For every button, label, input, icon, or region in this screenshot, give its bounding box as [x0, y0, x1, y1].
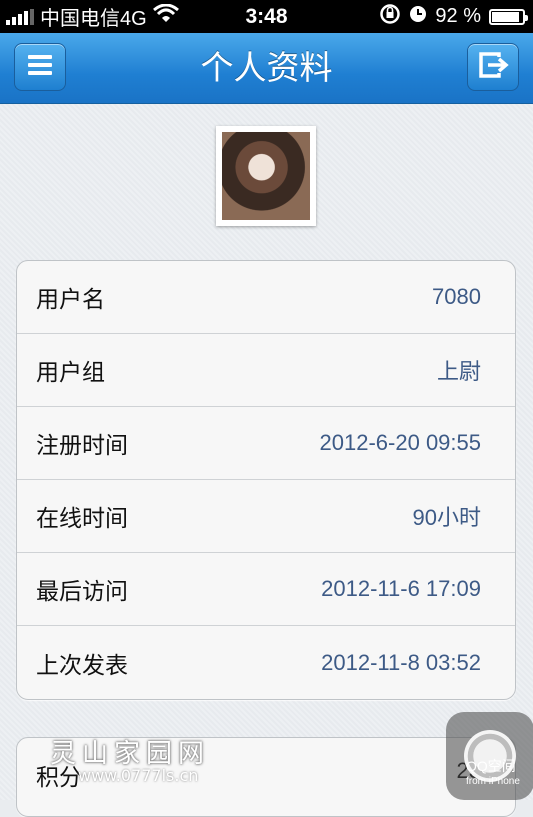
qq-sub: from iPhone: [466, 776, 520, 787]
row-value: 90小时: [412, 505, 481, 530]
exit-icon: [477, 51, 509, 83]
watermark-title: 灵山家园网: [50, 739, 211, 769]
row-label: 最后访问: [36, 579, 128, 605]
logout-button[interactable]: [467, 43, 519, 91]
profile-row-username: 用户名 7080: [17, 261, 515, 334]
battery-icon: [489, 8, 528, 25]
row-label: 上次发表: [36, 652, 128, 679]
status-right: 92 %: [379, 0, 528, 33]
row-value: 上尉: [436, 359, 481, 384]
nav-bar: 个人资料: [0, 33, 533, 104]
profile-row-last-post: 上次发表 2012-11-8 03:52: [17, 626, 515, 699]
page-title: 个人资料: [200, 48, 333, 87]
avatar-image: [222, 132, 310, 220]
qq-badge: QQ空间 from iPhone: [466, 759, 520, 789]
status-bar: 中国电信4G 3:48 92 %: [0, 0, 533, 33]
row-value: 7080: [432, 284, 481, 309]
avatar[interactable]: [216, 126, 316, 226]
row-label: 用户组: [36, 360, 105, 386]
row-value: 2012-6-20 09:55: [319, 430, 481, 455]
row-label: 用户名: [36, 287, 105, 313]
profile-row-register-time: 注册时间 2012-6-20 09:55: [17, 407, 515, 480]
battery-percent: 92 %: [435, 5, 481, 27]
rotation-lock-icon: [379, 3, 401, 31]
row-value: 2012-11-6 17:09: [321, 576, 481, 601]
row-label: 在线时间: [36, 506, 128, 532]
profile-card: 用户名 7080 用户组 上尉 注册时间 2012-6-20 09:55 在线时…: [16, 260, 516, 700]
alarm-icon: [409, 5, 427, 29]
profile-row-online-time: 在线时间 90小时: [17, 480, 515, 553]
qq-label: QQ空间: [466, 758, 516, 774]
row-label: 注册时间: [36, 433, 128, 459]
watermark-url: www.0777ls.cn: [78, 766, 199, 785]
profile-row-usergroup: 用户组 上尉: [17, 334, 515, 407]
row-value: 2012-11-8 03:52: [321, 649, 481, 675]
profile-row-last-visit: 最后访问 2012-11-6 17:09: [17, 553, 515, 626]
